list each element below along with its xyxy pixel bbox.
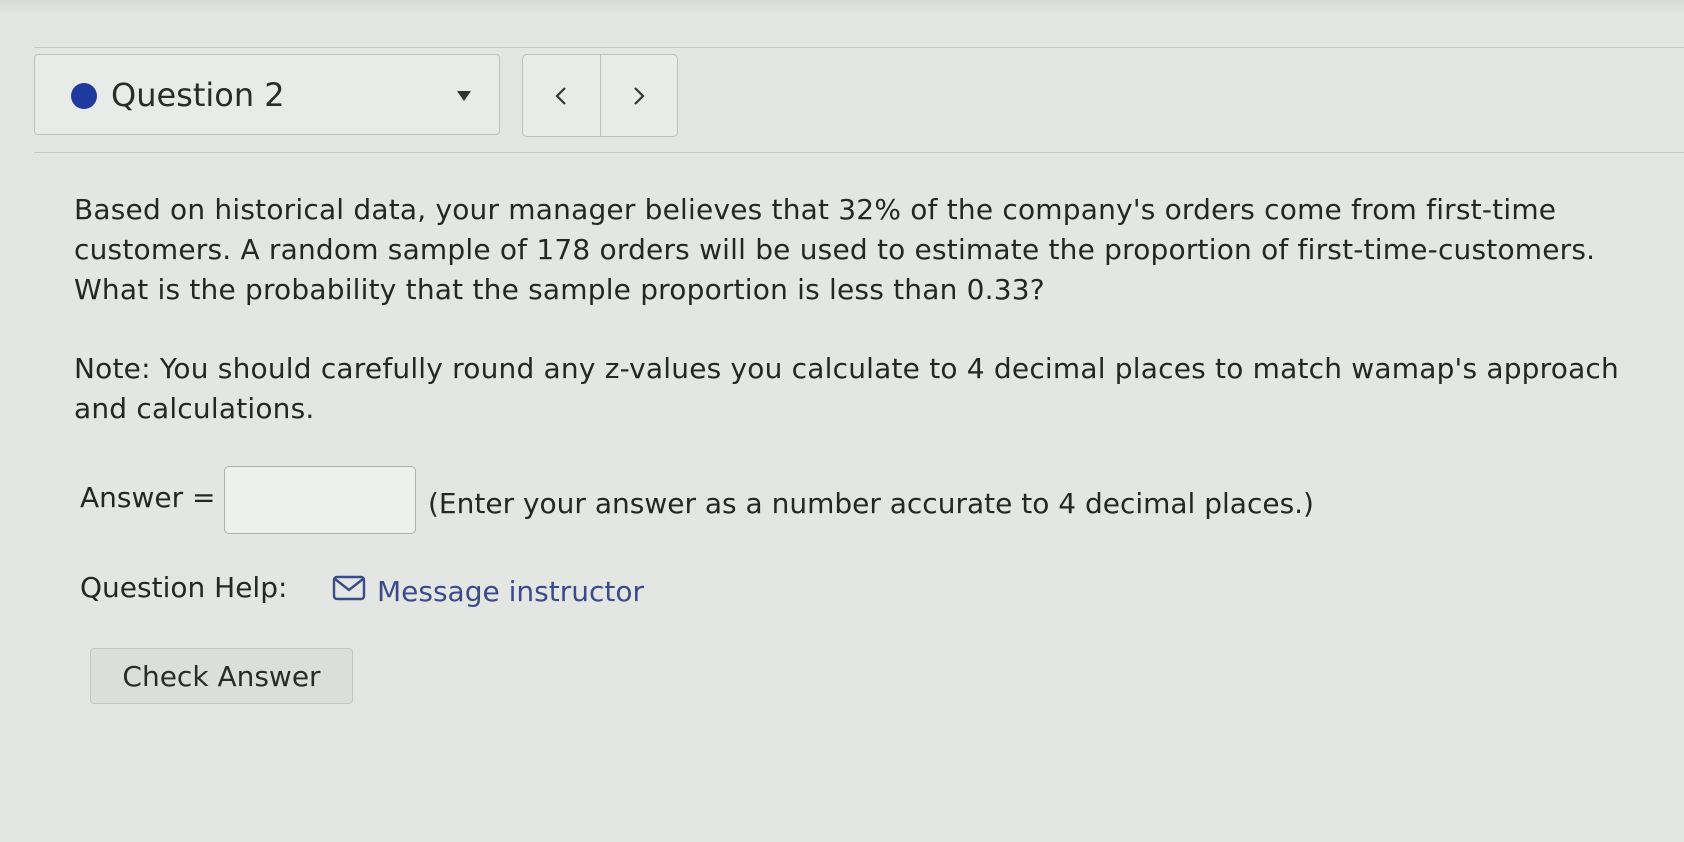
caret-down-icon bbox=[457, 91, 471, 101]
check-answer-button[interactable]: Check Answer bbox=[90, 648, 353, 704]
question-help-label: Question Help: bbox=[80, 571, 288, 604]
question-note: Note: You should carefully round any z-v… bbox=[74, 352, 1619, 425]
question-text: Based on historical data, your manager b… bbox=[74, 193, 1596, 306]
question-selector[interactable]: Question 2 bbox=[34, 54, 500, 135]
answer-input[interactable] bbox=[224, 466, 416, 534]
divider-bottom bbox=[34, 152, 1684, 153]
prev-question-button[interactable] bbox=[523, 55, 600, 136]
top-edge bbox=[0, 0, 1684, 14]
answer-label: Answer = bbox=[80, 481, 216, 514]
question-selector-label: Question 2 bbox=[111, 76, 285, 114]
next-question-button[interactable] bbox=[599, 55, 678, 136]
chevron-right-icon bbox=[633, 86, 645, 105]
mail-icon bbox=[332, 575, 366, 601]
question-nav-group bbox=[522, 54, 678, 137]
answer-hint: (Enter your answer as a number accurate … bbox=[428, 487, 1314, 520]
status-dot-icon bbox=[71, 83, 97, 109]
message-instructor-link[interactable]: Message instructor bbox=[377, 572, 644, 612]
chevron-left-icon bbox=[555, 86, 567, 105]
divider-top bbox=[34, 47, 1684, 48]
